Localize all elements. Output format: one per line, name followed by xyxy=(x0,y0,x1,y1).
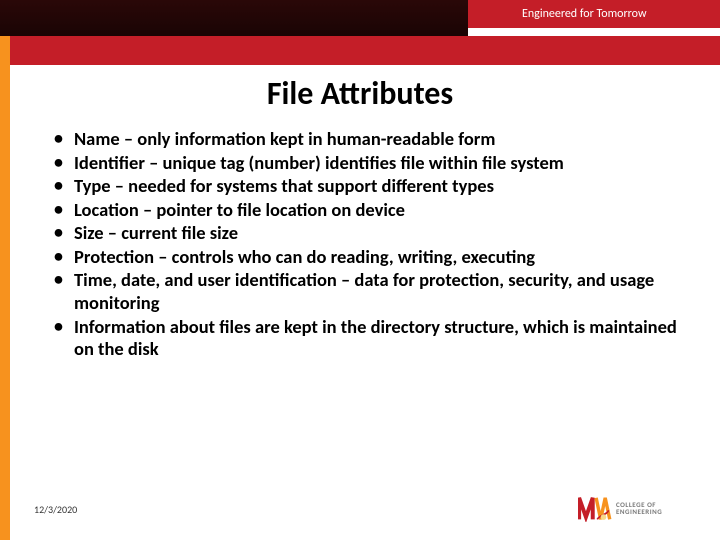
slide-title: File Attributes xyxy=(0,74,720,113)
list-item: Name – only information kept in human-re… xyxy=(50,128,690,151)
banner-tagline: Engineered for Tomorrow xyxy=(468,0,720,28)
list-item: Protection – controls who can do reading… xyxy=(50,246,690,269)
red-accent-bar xyxy=(0,36,720,65)
footer-date: 12/3/2020 xyxy=(34,503,77,516)
list-item: Identifier – unique tag (number) identif… xyxy=(50,152,690,175)
logo-mark-icon xyxy=(578,494,612,522)
logo-line2: ENGINEERING xyxy=(616,508,662,515)
logo-text: COLLEGE OF ENGINEERING xyxy=(616,501,662,516)
top-banner: Engineered for Tomorrow xyxy=(0,0,720,36)
footer-logo: COLLEGE OF ENGINEERING xyxy=(578,490,698,526)
banner-dark-segment xyxy=(0,0,468,36)
list-item: Time, date, and user identification – da… xyxy=(50,269,690,314)
slide: Engineered for Tomorrow File Attributes … xyxy=(0,0,720,540)
list-item: Location – pointer to file location on d… xyxy=(50,199,690,222)
list-item: Information about files are kept in the … xyxy=(50,316,690,361)
list-item: Size – current file size xyxy=(50,222,690,245)
list-item: Type – needed for systems that support d… xyxy=(50,175,690,198)
bullet-list: Name – only information kept in human-re… xyxy=(50,128,690,362)
